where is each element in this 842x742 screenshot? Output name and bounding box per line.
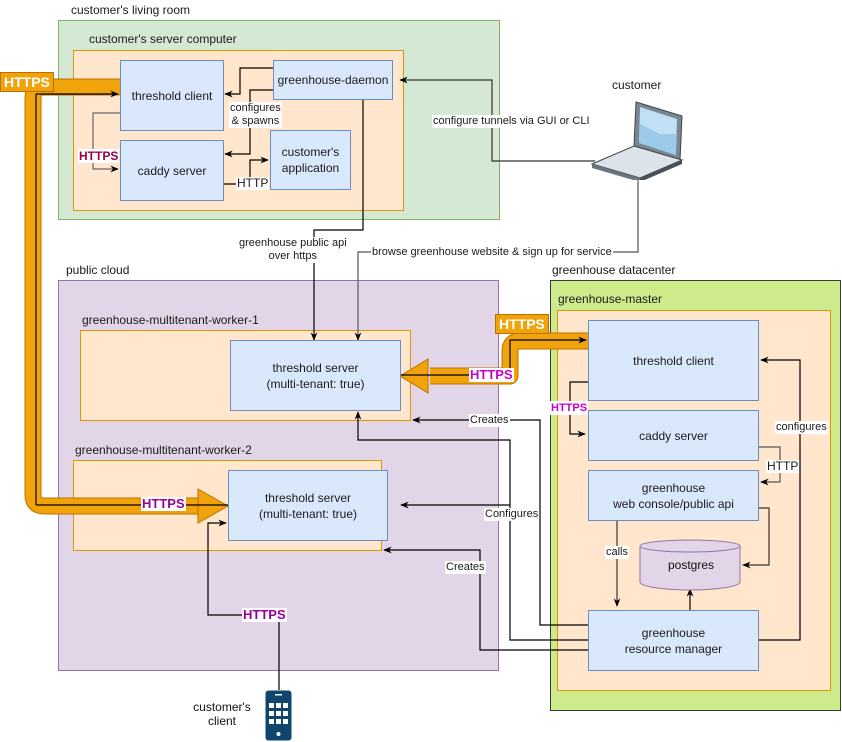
- customer-application[interactable]: customer's application: [270, 130, 351, 190]
- laptop-icon[interactable]: [590, 100, 686, 180]
- label-public-api: greenhouse public api over https: [238, 237, 348, 263]
- label-calls: calls: [605, 546, 630, 559]
- label-configures-workers: Configures: [484, 508, 540, 521]
- web-console-public-api[interactable]: greenhouse web console/public api: [588, 470, 759, 521]
- customer-caddy-server[interactable]: caddy server: [120, 140, 224, 201]
- customers-client-label: customer's client: [193, 700, 251, 728]
- label-https-customer: HTTPS: [78, 149, 120, 163]
- worker1-threshold-server[interactable]: threshold server (multi-tenant: true): [230, 340, 401, 411]
- edge-rm-configures: [758, 356, 801, 641]
- greenhouse-daemon[interactable]: greenhouse-daemon: [273, 60, 393, 100]
- label-configures-spawns: configures & spawns: [229, 102, 282, 128]
- label-configure-tunnels: configure tunnels via GUI or CLI: [432, 115, 591, 128]
- label-http-master: HTTP: [766, 459, 800, 473]
- https-tag-left: HTTPS: [0, 72, 54, 92]
- label-https-worker1: HTTPS: [469, 367, 514, 382]
- label-browse-website: browse greenhouse website & sign up for …: [371, 246, 613, 259]
- label-configures-master: configures: [775, 421, 828, 434]
- label-creates-worker2: Creates: [445, 561, 486, 574]
- master-caddy-server[interactable]: caddy server: [588, 410, 759, 461]
- resource-manager[interactable]: greenhouse resource manager: [588, 610, 759, 671]
- label-http-customer: HTTP: [236, 176, 270, 190]
- edge-configures-worker1: [354, 411, 588, 641]
- smartphone-icon[interactable]: [265, 690, 293, 742]
- https-tag-master: HTTPS: [495, 314, 549, 334]
- worker2-threshold-server[interactable]: threshold server (multi-tenant: true): [228, 470, 388, 541]
- customer-threshold-client[interactable]: threshold client: [120, 60, 224, 131]
- label-https-master: HTTPS: [550, 401, 589, 415]
- master-threshold-client[interactable]: threshold client: [588, 320, 759, 401]
- edge-creates-worker2: [383, 546, 588, 651]
- customer-label: customer: [612, 78, 662, 92]
- label-creates-worker1: Creates: [469, 414, 510, 427]
- postgres-label: postgres: [667, 558, 715, 572]
- label-https-worker2: HTTPS: [141, 496, 186, 511]
- label-https-client: HTTPS: [242, 607, 287, 622]
- edge-creates-worker1: [412, 416, 588, 626]
